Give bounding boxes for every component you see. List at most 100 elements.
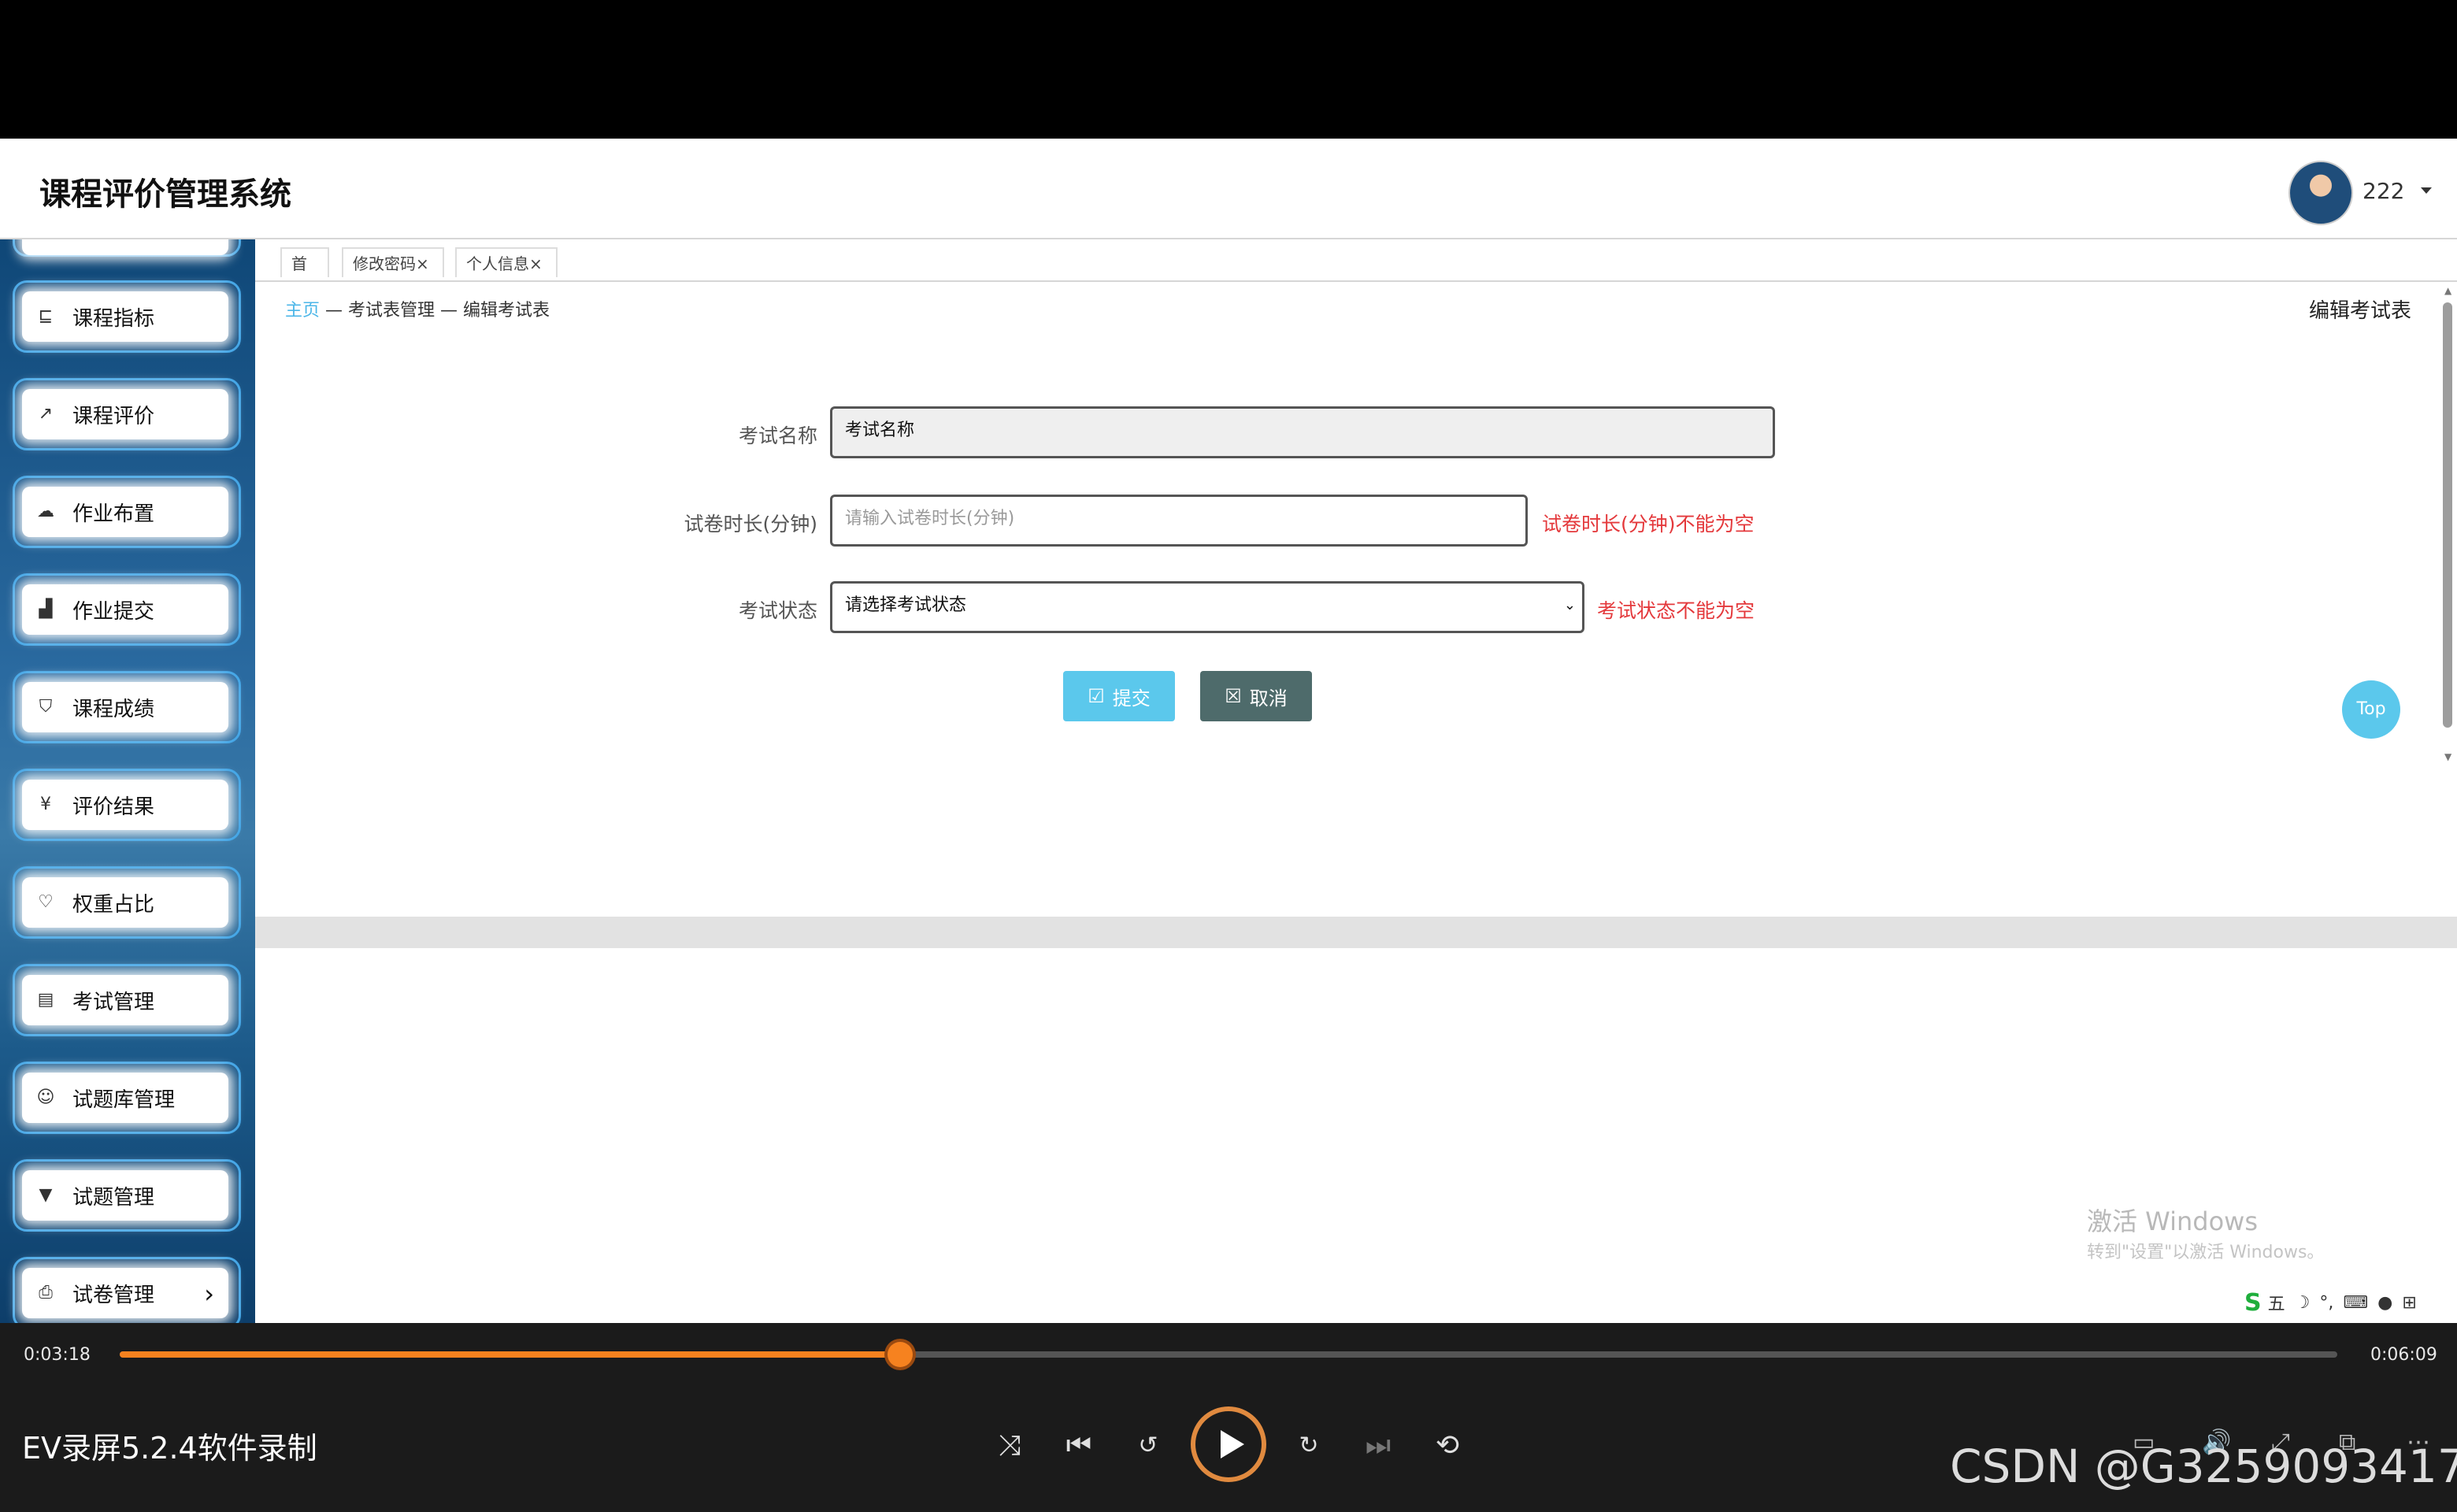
- sidebar-item-papers[interactable]: ⎙ 试卷管理 ›: [22, 1268, 228, 1318]
- sidebar-item-label: 作业布置: [72, 502, 155, 526]
- user-menu-caret-icon[interactable]: [2421, 187, 2432, 194]
- username[interactable]: 222: [2362, 178, 2404, 204]
- duration-label: 试卷时长(分钟): [684, 513, 817, 536]
- printer-icon: ⎙: [39, 1283, 53, 1303]
- sidebar-item-homework-assign[interactable]: ☁ 作业布置: [22, 487, 228, 537]
- main-content: 主页 — 考试表管理 — 编辑考试表 编辑考试表 考试名称 考试名称 试卷时长(…: [255, 282, 2457, 918]
- next-icon[interactable]: ⏭: [1356, 1424, 1400, 1468]
- status-select[interactable]: 请选择考试状态 ⌄: [830, 581, 1584, 633]
- sidebar: ⊑ 课程指标 ↗ 课程评价 ☁ 作业布置 ▟ 作业提交 ⛉ 课程成绩 ¥ 评价结…: [0, 239, 255, 1323]
- exam-name-input[interactable]: 考试名称: [830, 406, 1775, 458]
- progress-handle[interactable]: [888, 1342, 914, 1367]
- sogou-ime-icon[interactable]: S: [2244, 1289, 2262, 1317]
- csdn-watermark: CSDN @G3259093417: [1950, 1440, 2457, 1493]
- app-title: 课程评价管理系统: [39, 176, 291, 213]
- sidebar-item-course-indicators[interactable]: ⊑ 课程指标: [22, 291, 228, 342]
- user-icon[interactable]: ●: [2377, 1293, 2392, 1313]
- breadcrumb-home-link[interactable]: 主页: [285, 301, 320, 321]
- submit-button[interactable]: ☑ 提交: [1063, 671, 1175, 721]
- video-letterbox-top: [0, 0, 2457, 139]
- windows-activation-hint: 转到"设置"以激活 Windows。: [2087, 1243, 2325, 1262]
- scroll-up-icon[interactable]: ▲: [2444, 285, 2451, 296]
- document-icon: ▤: [37, 990, 54, 1010]
- total-time: 0:06:09: [2370, 1345, 2437, 1365]
- sidebar-item-label: 试题管理: [72, 1185, 155, 1210]
- page-title: 编辑考试表: [2308, 299, 2411, 323]
- sidebar-item-weight-ratio[interactable]: ♡ 权重占比: [22, 877, 228, 928]
- punctuation-icon[interactable]: °,: [2319, 1293, 2333, 1313]
- chevron-down-icon: ⌄: [1563, 597, 1576, 613]
- shuffle-icon[interactable]: ⤨: [988, 1424, 1032, 1468]
- sidebar-item-course-evaluation[interactable]: ↗ 课程评价: [22, 389, 228, 439]
- chevron-right-icon: ›: [204, 1279, 214, 1309]
- triangle-down-icon: ▼: [39, 1185, 53, 1205]
- ime-mode[interactable]: 五: [2268, 1290, 2285, 1315]
- tab-change-password[interactable]: 修改密码×: [342, 247, 444, 277]
- status-error: 考试状态不能为空: [1597, 599, 1755, 622]
- tab-label: 个人信息: [466, 254, 529, 273]
- breadcrumb-level2: 编辑考试表: [463, 301, 550, 321]
- exam-name-label: 考试名称: [738, 424, 817, 447]
- duration-input[interactable]: 请输入试卷时长(分钟): [830, 495, 1528, 547]
- sidebar-item-label: 考试管理: [72, 990, 155, 1014]
- cancel-label: 取消: [1249, 687, 1288, 710]
- tab-bar: 首页 修改密码× 个人信息×: [255, 239, 2457, 303]
- breadcrumb-level1: 考试表管理: [348, 301, 435, 321]
- play-button[interactable]: [1191, 1406, 1266, 1482]
- forward-30-icon[interactable]: ↻: [1287, 1424, 1331, 1468]
- status-select-value: 请选择考试状态: [845, 595, 967, 615]
- sidebar-item-label: 试题库管理: [72, 1088, 176, 1112]
- edit-icon: ☑: [1088, 685, 1105, 707]
- progress-track[interactable]: [120, 1342, 2337, 1367]
- bar-chart-icon: ▟: [39, 599, 53, 619]
- yen-icon: ¥: [40, 795, 51, 814]
- shield-icon: ⛉: [39, 697, 53, 717]
- sidebar-item-label: 权重占比: [72, 892, 155, 917]
- sidebar-item-exam-management[interactable]: ▤ 考试管理: [22, 975, 228, 1025]
- keyboard-icon[interactable]: ⌨: [2343, 1293, 2368, 1313]
- sidebar-item-label: 课程评价: [72, 404, 155, 428]
- scrollbar-thumb[interactable]: [2443, 302, 2452, 728]
- sidebar-item-label: 作业提交: [72, 599, 155, 624]
- progress-fill: [120, 1351, 901, 1358]
- submit-label: 提交: [1112, 687, 1151, 710]
- smile-icon: ☺: [36, 1088, 55, 1107]
- duration-error: 试卷时长(分钟)不能为空: [1542, 513, 1755, 536]
- close-icon[interactable]: ×: [416, 254, 429, 273]
- sidebar-item-label: 课程指标: [72, 306, 155, 331]
- avatar[interactable]: [2288, 161, 2353, 225]
- recorder-watermark: EV录屏5.2.4软件录制: [22, 1431, 317, 1466]
- sidebar-item-course-grades[interactable]: ⛉ 课程成绩: [22, 682, 228, 732]
- play-icon: [1221, 1430, 1244, 1458]
- sidebar-item-label: 评价结果: [72, 795, 155, 819]
- sidebar-item-evaluation-results[interactable]: ¥ 评价结果: [22, 780, 228, 830]
- tab-personal-info[interactable]: 个人信息×: [455, 247, 558, 277]
- sidebar-item-question-bank[interactable]: ☺ 试题库管理: [22, 1073, 228, 1123]
- repeat-off-icon[interactable]: ⟲: [1425, 1424, 1469, 1468]
- moon-icon[interactable]: ☽: [2295, 1293, 2311, 1313]
- previous-icon[interactable]: ⏮: [1057, 1424, 1101, 1468]
- sidebar-item-label: 试卷管理: [72, 1283, 155, 1307]
- cancel-icon: ☒: [1225, 685, 1242, 707]
- back-to-top-button[interactable]: Top: [2342, 680, 2400, 739]
- app-window: 课程评价管理系统 222 ⊑ 课程指标 ↗ 课程评价 ☁ 作业布置 ▟ 作业提交: [0, 139, 2457, 1323]
- ime-toolbar[interactable]: S 五 ☽ °, ⌨ ● ⊞: [2244, 1288, 2457, 1317]
- close-icon[interactable]: ×: [529, 254, 543, 273]
- sidebar-item-partial[interactable]: [22, 239, 228, 255]
- scroll-down-icon[interactable]: ▼: [2444, 751, 2451, 762]
- scrollbar[interactable]: ▲ ▼: [2438, 282, 2457, 770]
- footer-strip: [255, 917, 2457, 948]
- windows-activation-watermark: 激活 Windows: [2087, 1206, 2259, 1236]
- sidebar-item-homework-submit[interactable]: ▟ 作业提交: [22, 584, 228, 635]
- breadcrumb: 主页 — 考试表管理 — 编辑考试表: [285, 296, 550, 321]
- sidebar-item-label: 课程成绩: [72, 697, 155, 721]
- tab-home[interactable]: 首页: [280, 247, 329, 303]
- rewind-10-icon[interactable]: ↺: [1126, 1424, 1170, 1468]
- list-icon: ⊑: [38, 306, 54, 326]
- cancel-button[interactable]: ☒ 取消: [1200, 671, 1312, 721]
- share-icon: ↗: [38, 404, 54, 424]
- grid-icon[interactable]: ⊞: [2402, 1293, 2416, 1313]
- breadcrumb-separator: —: [435, 301, 464, 321]
- cloud-icon: ☁: [37, 502, 54, 521]
- sidebar-item-questions[interactable]: ▼ 试题管理: [22, 1170, 228, 1221]
